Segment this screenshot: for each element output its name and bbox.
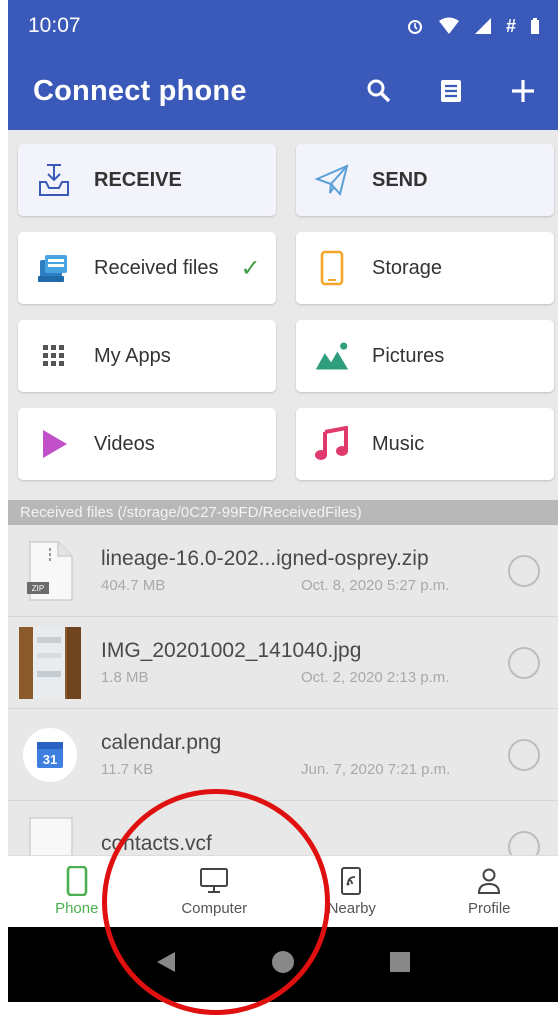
phone-icon (62, 866, 92, 896)
list-item[interactable]: ZIP lineage-16.0-202...igned-osprey.zip … (8, 525, 558, 617)
list-item[interactable]: contacts.vcf (8, 801, 558, 855)
tab-computer-label: Computer (181, 900, 248, 917)
file-date: Jun. 7, 2020 7:21 p.m. (301, 761, 451, 778)
received-files-icon (36, 250, 72, 286)
file-name: contacts.vcf (101, 831, 212, 855)
apps-grid-icon (36, 338, 72, 374)
send-label: SEND (372, 168, 428, 191)
hash-icon: # (505, 15, 516, 36)
signal-icon (474, 18, 491, 34)
status-bar: 10:07 # (8, 0, 558, 52)
home-button[interactable] (270, 949, 296, 980)
storage-card[interactable]: Storage (296, 232, 554, 304)
music-label: Music (372, 432, 425, 455)
storage-icon (314, 250, 350, 286)
app-bar: Connect phone (8, 52, 558, 130)
checkmark-icon: ✓ (240, 254, 261, 282)
my-apps-card[interactable]: My Apps (18, 320, 276, 392)
receive-icon (36, 162, 72, 198)
nearby-icon (337, 866, 367, 896)
tab-phone[interactable]: Phone (8, 856, 146, 927)
system-navigation-bar (8, 927, 558, 1002)
list-item[interactable]: IMG_20201002_141040.jpg 1.8 MB Oct. 2, 2… (8, 617, 558, 709)
videos-label: Videos (94, 432, 155, 455)
recents-square-icon (390, 952, 411, 972)
zip-file-icon: ZIP (19, 535, 81, 607)
receive-label: RECEIVE (94, 168, 182, 191)
tab-profile[interactable]: Profile (421, 856, 559, 927)
pictures-label: Pictures (372, 344, 445, 367)
list-button[interactable] (434, 74, 468, 108)
status-time: 10:07 (28, 14, 81, 37)
shortcut-grid: RECEIVE SEND Received files ✓ Storage My… (8, 130, 558, 498)
my-apps-label: My Apps (94, 344, 171, 367)
phone-screen: 10:07 # Connect phone RECEIVE SEND Recei… (8, 0, 558, 1002)
calendar-icon-day: 31 (43, 752, 57, 767)
send-card[interactable]: SEND (296, 144, 554, 216)
plus-icon (512, 80, 534, 102)
tab-nearby[interactable]: Nearby (283, 856, 421, 927)
vcf-file-icon (19, 811, 81, 855)
file-date: Oct. 2, 2020 2:13 p.m. (301, 669, 450, 686)
wifi-icon (438, 17, 459, 34)
list-item[interactable]: 31 calendar.png 11.7 KB Jun. 7, 2020 7:2… (8, 709, 558, 801)
select-radio[interactable] (508, 830, 540, 855)
file-size: 404.7 MB (101, 577, 166, 594)
list-icon (441, 80, 461, 102)
zip-icon-label: ZIP (32, 584, 44, 593)
person-icon (474, 866, 504, 896)
file-list: ZIP lineage-16.0-202...igned-osprey.zip … (8, 525, 558, 855)
select-radio[interactable] (508, 554, 540, 587)
file-name: lineage-16.0-202...igned-osprey.zip (101, 547, 429, 570)
tab-profile-label: Profile (467, 900, 511, 917)
receive-card[interactable]: RECEIVE (18, 144, 276, 216)
battery-icon (531, 18, 539, 34)
back-triangle-icon (156, 952, 175, 972)
select-radio[interactable] (508, 646, 540, 679)
computer-icon (199, 866, 229, 896)
send-icon (314, 162, 350, 198)
play-icon (36, 426, 72, 462)
videos-card[interactable]: Videos (18, 408, 276, 480)
back-button[interactable] (155, 950, 177, 979)
tab-computer[interactable]: Computer (146, 856, 284, 927)
file-name: calendar.png (101, 731, 222, 754)
add-button[interactable] (506, 74, 540, 108)
select-radio[interactable] (508, 738, 540, 771)
music-note-icon (314, 426, 350, 462)
search-icon (367, 79, 391, 103)
received-files-card[interactable]: Received files ✓ (18, 232, 276, 304)
page-title: Connect phone (33, 74, 247, 107)
tab-nearby-label: Nearby (327, 900, 376, 917)
recents-button[interactable] (389, 951, 411, 978)
tab-phone-label: Phone (55, 900, 99, 917)
section-header: Received files (/storage/0C27-99FD/Recei… (8, 500, 558, 525)
file-size: 11.7 KB (101, 761, 154, 778)
file-name: IMG_20201002_141040.jpg (101, 639, 362, 662)
alarm-icon (407, 20, 422, 34)
received-files-label: Received files (94, 256, 219, 279)
file-size: 1.8 MB (101, 669, 149, 686)
search-button[interactable] (362, 74, 396, 108)
file-date: Oct. 8, 2020 5:27 p.m. (301, 577, 450, 594)
status-icons: # (406, 16, 540, 37)
music-card[interactable]: Music (296, 408, 554, 480)
image-thumbnail (19, 626, 81, 699)
pictures-icon (314, 338, 350, 374)
home-circle-icon (271, 951, 294, 973)
calendar-app-icon: 31 (19, 719, 81, 791)
pictures-card[interactable]: Pictures (296, 320, 554, 392)
bottom-navigation: Phone Computer Nearby Profile (8, 855, 558, 927)
storage-label: Storage (372, 256, 443, 279)
